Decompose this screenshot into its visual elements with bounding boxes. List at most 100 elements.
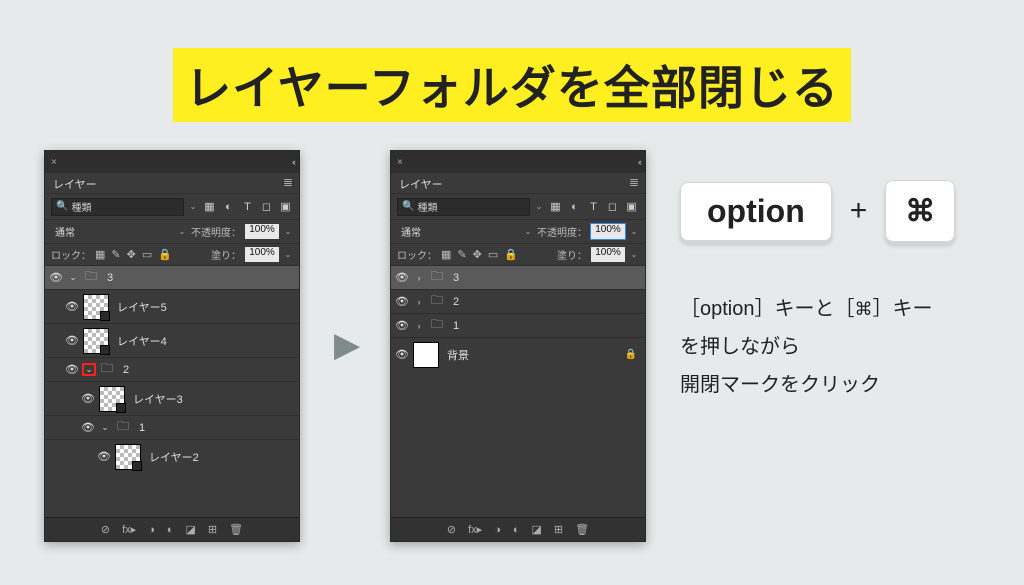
layer-row[interactable]: 👁⌄🗀2 <box>45 357 299 381</box>
filter-smart-icon[interactable]: ▣ <box>278 199 293 214</box>
filter-smart-icon[interactable]: ▣ <box>624 199 639 214</box>
lock-paint-icon[interactable]: ✎ <box>111 248 120 261</box>
disclosure-arrow[interactable]: › <box>413 273 425 283</box>
disclosure-arrow[interactable]: ⌄ <box>83 364 95 375</box>
layer-name[interactable]: 3 <box>449 272 459 284</box>
blend-dropdown-icon[interactable]: ⌄ <box>177 227 187 236</box>
layer-name[interactable]: 2 <box>119 364 129 376</box>
layer-name[interactable]: 3 <box>103 272 113 284</box>
layer-row[interactable]: 👁 レイヤー3 <box>45 381 299 415</box>
layer-name[interactable]: レイヤー2 <box>145 449 199 465</box>
lock-icon[interactable]: 🔒 <box>625 349 637 360</box>
disclosure-arrow[interactable]: › <box>413 297 425 307</box>
visibility-icon[interactable]: 👁 <box>49 271 63 284</box>
lock-all-icon[interactable]: 🔒 <box>504 248 518 261</box>
new-layer-icon[interactable]: ⊞ <box>208 523 217 536</box>
panel-tab-layers[interactable]: レイヤー <box>391 173 645 193</box>
filter-adjust-icon[interactable]: ◐ <box>567 199 582 214</box>
panel-tab-layers[interactable]: レイヤー <box>45 173 299 193</box>
layer-row[interactable]: 👁 レイヤー4 <box>45 323 299 357</box>
mask-icon[interactable]: ◑ <box>148 524 155 536</box>
layer-name[interactable]: 2 <box>449 296 459 308</box>
disclosure-arrow[interactable]: ⌄ <box>67 272 79 283</box>
fill-dropdown-icon[interactable]: ⌄ <box>283 250 293 259</box>
blend-dropdown-icon[interactable]: ⌄ <box>523 227 533 236</box>
visibility-icon[interactable]: 👁 <box>395 348 409 361</box>
lock-paint-icon[interactable]: ✎ <box>457 248 466 261</box>
layer-filter-search[interactable]: 🔍 種類 <box>51 198 184 216</box>
plus-sign: + <box>850 194 868 228</box>
filter-type-icon[interactable]: T <box>586 199 601 214</box>
panel-menu-icon[interactable]: ≣ <box>629 175 639 189</box>
fill-value[interactable]: 100% <box>245 247 279 262</box>
layer-name[interactable]: レイヤー4 <box>113 333 167 349</box>
visibility-icon[interactable]: 👁 <box>395 271 409 284</box>
layer-row[interactable]: 👁 背景 🔒 <box>391 337 645 371</box>
trash-icon[interactable]: 🗑 <box>575 523 589 536</box>
panel-menu-icon[interactable]: ≣ <box>283 175 293 189</box>
disclosure-arrow[interactable]: ⌄ <box>99 422 111 433</box>
lock-position-icon[interactable]: ✥ <box>473 248 482 261</box>
blend-mode-select[interactable]: 通常 <box>397 224 519 239</box>
lock-row-label: ロック： <box>51 247 91 262</box>
mask-icon[interactable]: ◑ <box>494 524 501 536</box>
fill-dropdown-icon[interactable]: ⌄ <box>629 250 639 259</box>
visibility-icon[interactable]: 👁 <box>65 300 79 313</box>
group-icon[interactable]: ◪ <box>532 523 542 536</box>
filter-adjust-icon[interactable]: ◐ <box>221 199 236 214</box>
filter-dropdown-icon[interactable]: ⌄ <box>534 202 544 211</box>
disclosure-arrow[interactable]: › <box>413 321 425 331</box>
opacity-value[interactable]: 100% <box>591 224 625 239</box>
lock-pixels-icon[interactable]: ▦ <box>441 248 451 261</box>
visibility-icon[interactable]: 👁 <box>81 421 95 434</box>
layer-row[interactable]: 👁›🗀1 <box>391 313 645 337</box>
visibility-icon[interactable]: 👁 <box>97 450 111 463</box>
visibility-icon[interactable]: 👁 <box>395 319 409 332</box>
layer-filter-search[interactable]: 🔍 種類 <box>397 198 530 216</box>
blend-mode-select[interactable]: 通常 <box>51 224 173 239</box>
layer-row[interactable]: 👁›🗀2 <box>391 289 645 313</box>
adjustment-icon[interactable]: ◐ <box>167 524 174 536</box>
opacity-dropdown-icon[interactable]: ⌄ <box>283 227 293 236</box>
filter-dropdown-icon[interactable]: ⌄ <box>188 202 198 211</box>
trash-icon[interactable]: 🗑 <box>229 523 243 536</box>
filter-shape-icon[interactable]: ◻ <box>605 199 620 214</box>
filter-type-icon[interactable]: T <box>240 199 255 214</box>
layer-name[interactable]: レイヤー3 <box>129 391 183 407</box>
lock-position-icon[interactable]: ✥ <box>127 248 136 261</box>
filter-shape-icon[interactable]: ◻ <box>259 199 274 214</box>
layer-row[interactable]: 👁 レイヤー2 <box>45 439 299 473</box>
lock-artboard-icon[interactable]: ▭ <box>488 248 498 261</box>
link-layers-icon[interactable]: ⊘ <box>447 523 456 536</box>
fx-icon[interactable]: fx▸ <box>122 523 136 536</box>
panel-close-icon[interactable]: × <box>51 157 61 168</box>
filter-pixel-icon[interactable]: ▦ <box>202 199 217 214</box>
panel-close-icon[interactable]: × <box>397 157 407 168</box>
opacity-value[interactable]: 100% <box>245 224 279 239</box>
lock-artboard-icon[interactable]: ▭ <box>142 248 152 261</box>
fill-value[interactable]: 100% <box>591 247 625 262</box>
visibility-icon[interactable]: 👁 <box>65 363 79 376</box>
link-layers-icon[interactable]: ⊘ <box>101 523 110 536</box>
lock-pixels-icon[interactable]: ▦ <box>95 248 105 261</box>
layer-thumbnail <box>413 342 439 368</box>
layer-row[interactable]: 👁›🗀3 <box>391 265 645 289</box>
new-layer-icon[interactable]: ⊞ <box>554 523 563 536</box>
layer-name[interactable]: 1 <box>135 422 145 434</box>
layer-row[interactable]: 👁⌄🗀3 <box>45 265 299 289</box>
layer-row[interactable]: 👁 ⌄ 🗀 1 <box>45 415 299 439</box>
layer-name[interactable]: 背景 <box>443 347 469 363</box>
visibility-icon[interactable]: 👁 <box>395 295 409 308</box>
layer-name[interactable]: 1 <box>449 320 459 332</box>
folder-icon: 🗀 <box>115 417 131 438</box>
visibility-icon[interactable]: 👁 <box>81 392 95 405</box>
layer-name[interactable]: レイヤー5 <box>113 299 167 315</box>
visibility-icon[interactable]: 👁 <box>65 334 79 347</box>
opacity-dropdown-icon[interactable]: ⌄ <box>629 227 639 236</box>
filter-pixel-icon[interactable]: ▦ <box>548 199 563 214</box>
layer-row[interactable]: 👁 レイヤー5 <box>45 289 299 323</box>
group-icon[interactable]: ◪ <box>186 523 196 536</box>
adjustment-icon[interactable]: ◐ <box>513 524 520 536</box>
fx-icon[interactable]: fx▸ <box>468 523 482 536</box>
lock-all-icon[interactable]: 🔒 <box>158 248 172 261</box>
